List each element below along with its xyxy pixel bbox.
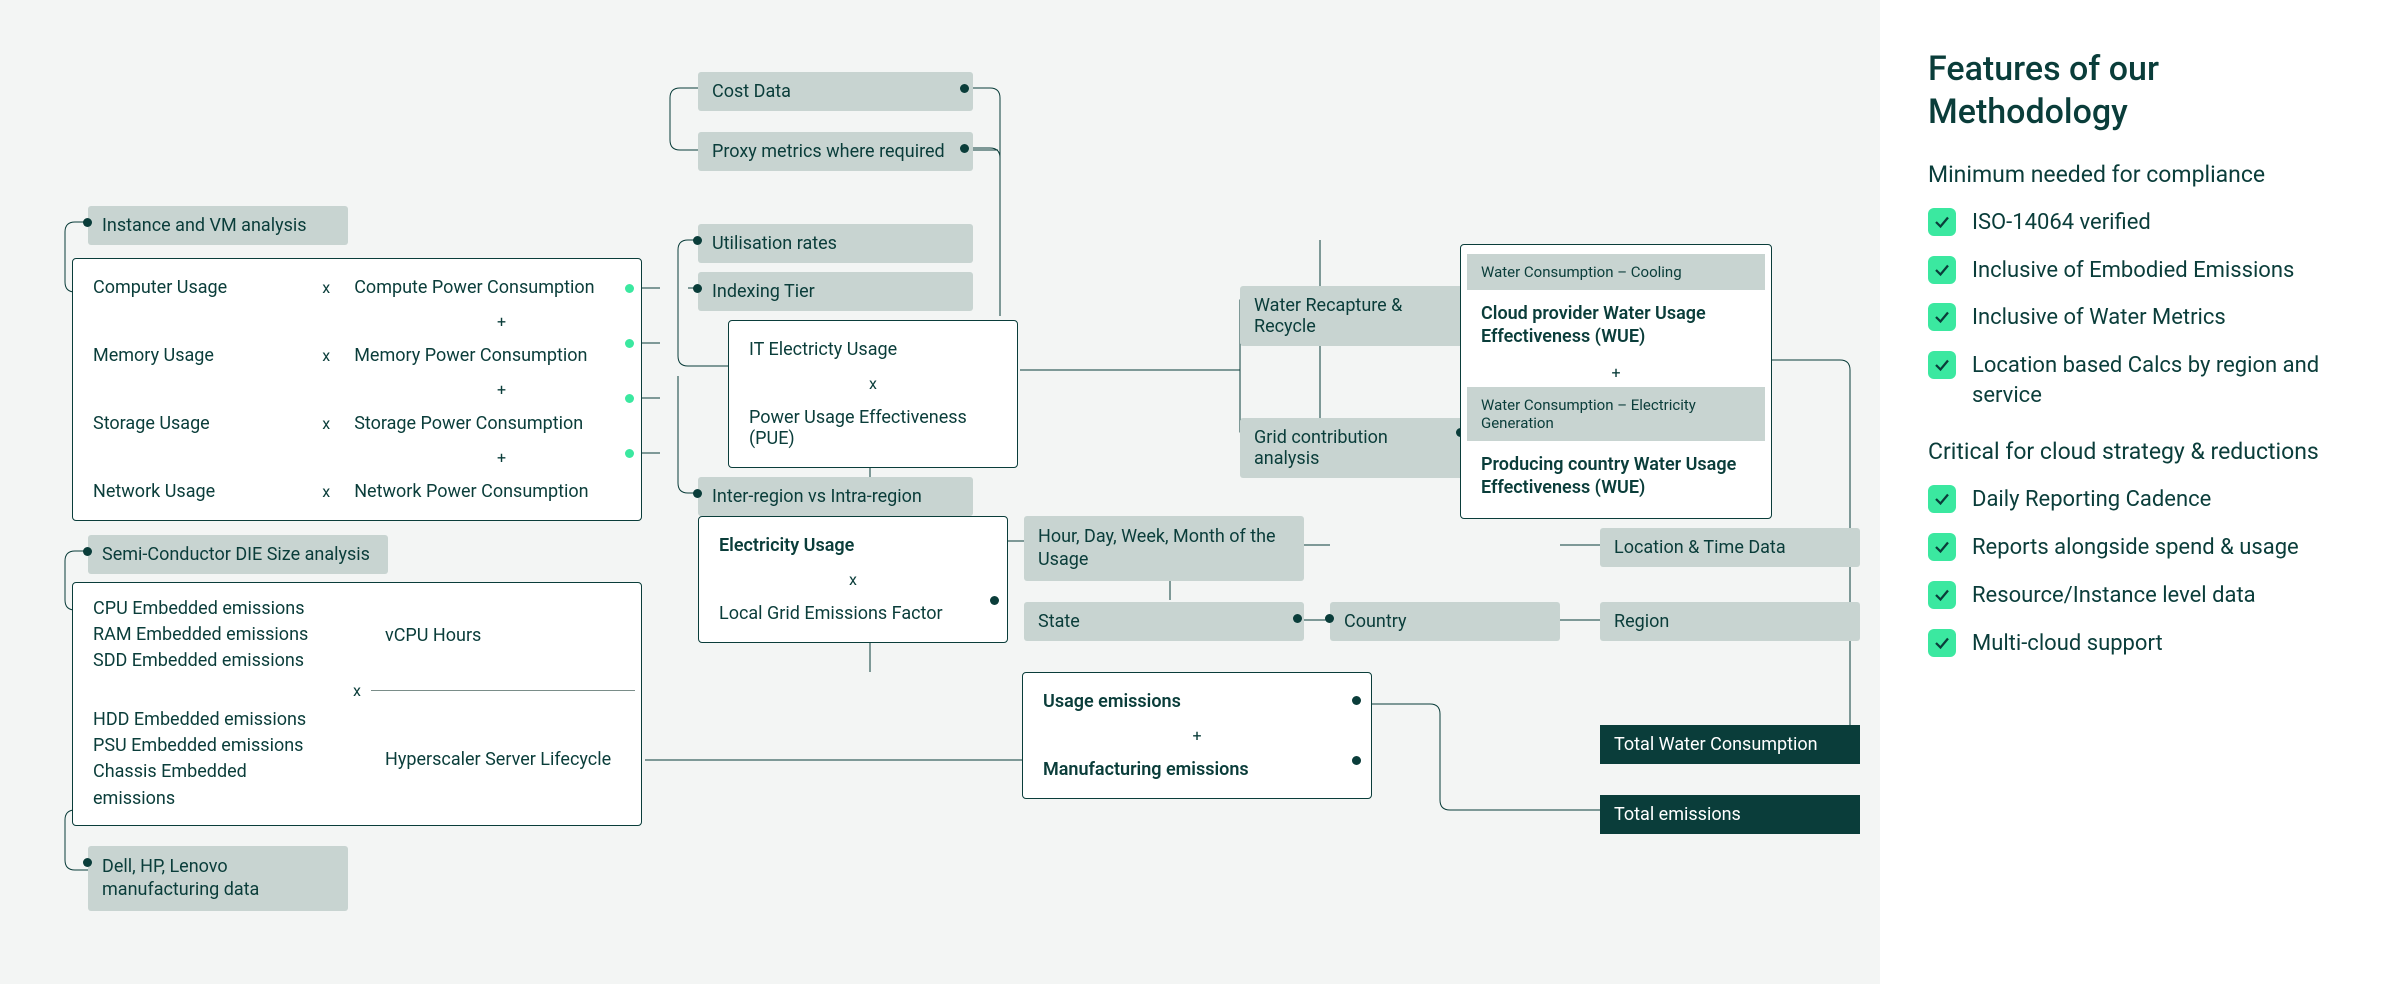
dot xyxy=(83,858,92,867)
feature-item: Multi-cloud support xyxy=(1928,629,2352,659)
cell-computer-usage: Computer Usage xyxy=(79,268,312,307)
dot xyxy=(960,84,969,93)
check-icon xyxy=(1928,581,1956,609)
dot xyxy=(960,144,969,153)
usage-box: Computer Usage x Compute Power Consumpti… xyxy=(72,258,642,521)
dot xyxy=(625,339,634,348)
tag-proxy-metrics: Proxy metrics where required xyxy=(698,132,973,171)
total-emissions: Total emissions xyxy=(1600,795,1860,834)
dot xyxy=(693,284,702,293)
cell-embedded-top: CPU Embedded emissions RAM Embedded emis… xyxy=(79,592,343,678)
dot xyxy=(625,284,634,293)
cell-memory-usage: Memory Usage xyxy=(79,336,312,375)
cell-it-usage: IT Electricty Usage xyxy=(735,330,1011,369)
dot xyxy=(83,218,92,227)
check-icon xyxy=(1928,533,1956,561)
dot xyxy=(625,394,634,403)
dot xyxy=(1352,696,1361,705)
dot xyxy=(693,236,702,245)
feature-item: Inclusive of Embodied Emissions xyxy=(1928,256,2352,286)
dot xyxy=(83,547,92,556)
wue-line2: Producing country Water Usage Effectiven… xyxy=(1467,444,1765,509)
embedded-box: CPU Embedded emissions RAM Embedded emis… xyxy=(72,582,642,826)
diagram-canvas: Cost Data Proxy metrics where required I… xyxy=(0,0,1950,984)
tag-water-recapture: Water Recapture & Recycle xyxy=(1240,286,1470,346)
tag-region: Region xyxy=(1600,602,1860,641)
tag-dell-hp: Dell, HP, Lenovo manufacturing data xyxy=(88,846,348,911)
wue-box: Water Consumption – Cooling Cloud provid… xyxy=(1460,244,1772,519)
feature-item: Location based Calcs by region and servi… xyxy=(1928,351,2352,410)
dot xyxy=(625,449,634,458)
cell-compute-power: Compute Power Consumption xyxy=(340,268,635,307)
dot xyxy=(1352,756,1361,765)
sidebar-title: Features of our Methodology xyxy=(1928,48,2352,133)
wue-head1: Water Consumption – Cooling xyxy=(1467,254,1765,290)
tag-util-rates: Utilisation rates xyxy=(698,224,973,263)
cell-pue: Power Usage Effectiveness (PUE) xyxy=(735,398,1011,458)
cell-storage-usage: Storage Usage xyxy=(79,404,312,443)
tag-loc-time: Location & Time Data xyxy=(1600,528,1860,567)
feature-item: Resource/Instance level data xyxy=(1928,581,2352,611)
check-icon xyxy=(1928,303,1956,331)
feature-item: ISO-14064 verified xyxy=(1928,208,2352,238)
cell-elec-usage: Electricity Usage xyxy=(705,526,1001,565)
dot xyxy=(1325,614,1334,623)
cell-network-usage: Network Usage xyxy=(79,472,312,511)
section2-title: Critical for cloud strategy & reductions xyxy=(1928,438,2352,465)
check-icon xyxy=(1928,351,1956,379)
cell-network-power: Network Power Consumption xyxy=(340,472,635,511)
tag-hour-day: Hour, Day, Week, Month of the Usage xyxy=(1024,516,1304,581)
emissions-box: Usage emissions + Manufacturing emission… xyxy=(1022,672,1372,799)
cell-lifecycle: Hyperscaler Server Lifecycle xyxy=(371,740,635,779)
check-icon xyxy=(1928,629,1956,657)
tag-state: State xyxy=(1024,602,1304,641)
total-water: Total Water Consumption xyxy=(1600,725,1860,764)
tag-inter-region: Inter-region vs Intra-region xyxy=(698,477,973,516)
check-icon xyxy=(1928,208,1956,236)
tag-country: Country xyxy=(1330,602,1560,641)
electricity-usage-box: Electricity Usage x Local Grid Emissions… xyxy=(698,516,1008,643)
tag-cost-data: Cost Data xyxy=(698,72,973,111)
dot xyxy=(693,489,702,498)
cell-vcpu: vCPU Hours xyxy=(371,616,635,655)
cell-embedded-bot: HDD Embedded emissions PSU Embedded emis… xyxy=(79,703,343,815)
features-sidebar: Features of our Methodology Minimum need… xyxy=(1880,0,2400,984)
tag-indexing-tier: Indexing Tier xyxy=(698,272,973,311)
cell-usage-emissions: Usage emissions xyxy=(1029,682,1365,721)
feature-item: Inclusive of Water Metrics xyxy=(1928,303,2352,333)
tag-instance-vm: Instance and VM analysis xyxy=(88,206,348,245)
cell-memory-power: Memory Power Consumption xyxy=(340,336,635,375)
check-icon xyxy=(1928,485,1956,513)
cell-storage-power: Storage Power Consumption xyxy=(340,404,635,443)
section1-title: Minimum needed for compliance xyxy=(1928,161,2352,188)
tag-semi-die: Semi-Conductor DIE Size analysis xyxy=(88,535,388,574)
cell-grid-factor: Local Grid Emissions Factor xyxy=(705,594,1001,633)
cell-manuf-emissions: Manufacturing emissions xyxy=(1029,750,1365,789)
tag-grid-contrib: Grid contribution analysis xyxy=(1240,418,1470,478)
it-electricity-box: IT Electricty Usage x Power Usage Effect… xyxy=(728,320,1018,468)
feature-item: Daily Reporting Cadence xyxy=(1928,485,2352,515)
wue-line1: Cloud provider Water Usage Effectiveness… xyxy=(1467,293,1765,358)
feature-item: Reports alongside spend & usage xyxy=(1928,533,2352,563)
check-icon xyxy=(1928,256,1956,284)
dot xyxy=(990,596,999,605)
wue-head2: Water Consumption – Electricity Generati… xyxy=(1467,387,1765,441)
dot xyxy=(1293,614,1302,623)
